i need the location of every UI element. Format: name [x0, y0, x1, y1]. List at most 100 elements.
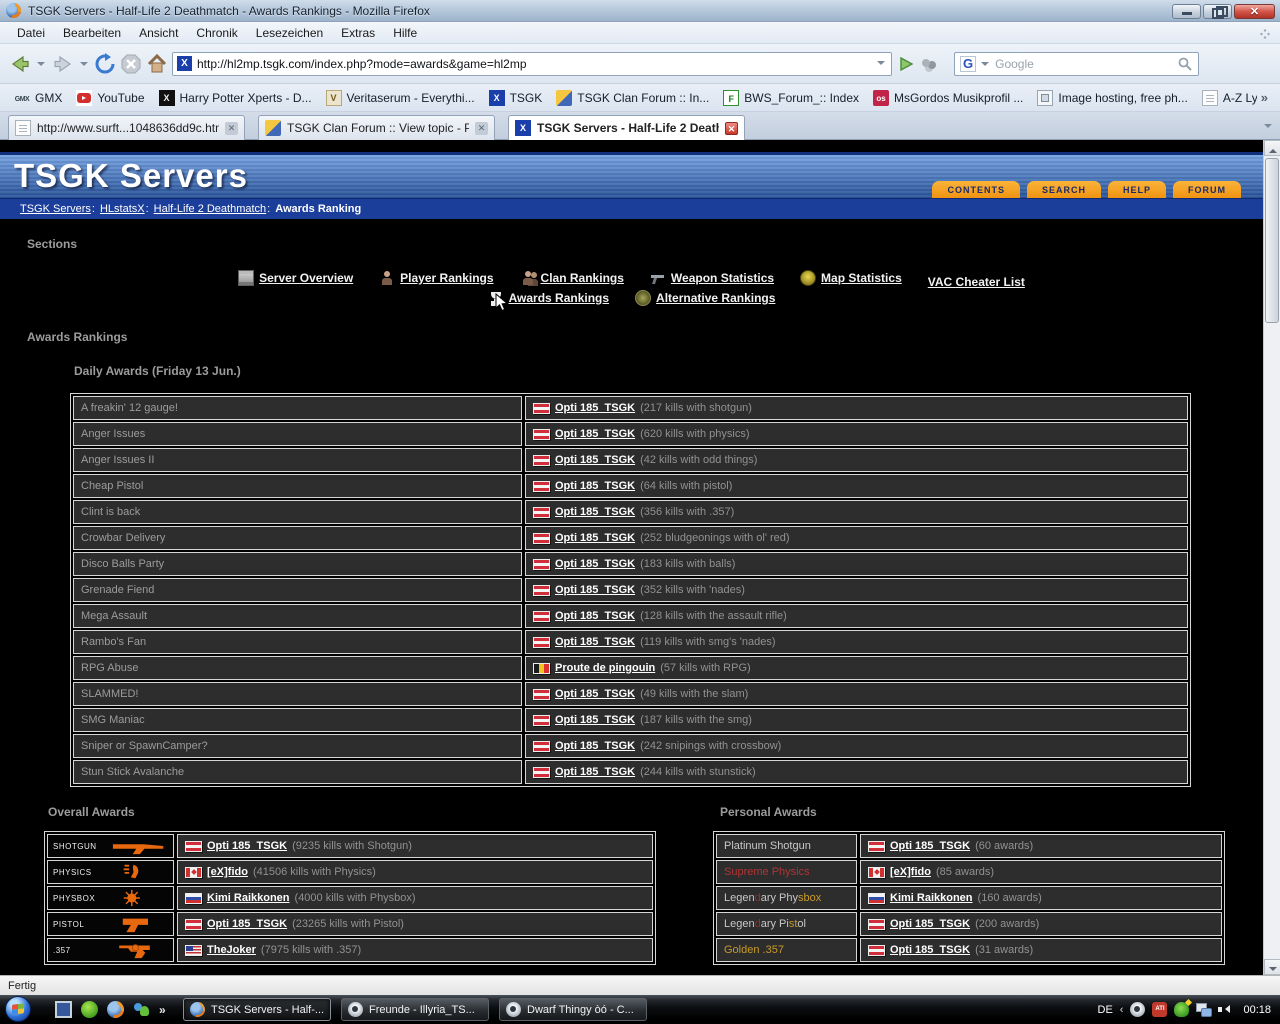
player-link[interactable]: Opti 185_TSGK: [207, 918, 287, 930]
minimize-button[interactable]: [1172, 4, 1201, 19]
search-box[interactable]: G: [954, 52, 1199, 76]
player-link[interactable]: TheJoker: [207, 944, 256, 956]
bookmark-item[interactable]: TSGK: [483, 87, 549, 109]
bookmark-item[interactable]: Veritaserum - Everythi...: [320, 87, 481, 109]
tab-close-icon[interactable]: ✕: [725, 122, 738, 135]
browser-tab[interactable]: TSGK Clan Forum :: View topic - Pe... ✕: [258, 115, 495, 140]
show-desktop-icon[interactable]: [55, 1001, 72, 1018]
bookmark-item[interactable]: Image hosting, free ph...: [1031, 87, 1193, 109]
tab-list-dropdown-icon[interactable]: [1264, 124, 1272, 132]
player-link[interactable]: Opti 185_TSGK: [890, 840, 970, 852]
player-link[interactable]: Opti 185_TSGK: [890, 944, 970, 956]
menu-item[interactable]: Chronik: [187, 23, 246, 43]
breadcrumb-item[interactable]: TSGK Servers: [20, 203, 100, 215]
breadcrumb-item[interactable]: Awards Ranking: [275, 203, 361, 215]
url-dropdown-icon[interactable]: [877, 61, 885, 69]
browser-tab[interactable]: TSGK Servers - Half-Life 2 Death... ✕: [508, 115, 745, 140]
vertical-scrollbar[interactable]: [1263, 140, 1280, 975]
back-history-dropdown-icon[interactable]: [37, 62, 45, 70]
section-link[interactable]: Map Statistics: [800, 270, 902, 286]
tray-collapse-chevron-icon[interactable]: ‹: [1120, 1004, 1124, 1016]
player-link[interactable]: Proute de pingouin: [555, 662, 655, 674]
url-bar[interactable]: X: [172, 52, 892, 76]
player-link[interactable]: Opti 185_TSGK: [555, 766, 635, 778]
player-link[interactable]: Opti 185_TSGK: [207, 840, 287, 852]
player-link[interactable]: Opti 185_TSGK: [555, 480, 635, 492]
go-button[interactable]: [896, 50, 916, 78]
menu-item[interactable]: Extras: [332, 23, 384, 43]
bookmark-item[interactable]: GMX: [8, 87, 68, 109]
player-link[interactable]: Kimi Raikkonen: [207, 892, 290, 904]
section-link[interactable]: Server Overview: [238, 270, 353, 286]
bookmarks-overflow-chevron-icon[interactable]: »: [1257, 90, 1272, 105]
menu-item[interactable]: Hilfe: [384, 23, 426, 43]
steam-tray-icon[interactable]: [1130, 1002, 1145, 1017]
network-tray-icon[interactable]: [1196, 1002, 1211, 1017]
quick-launch-overflow-chevron-icon[interactable]: »: [159, 1003, 166, 1017]
section-link[interactable]: Alternative Rankings: [635, 290, 775, 306]
player-link[interactable]: [eX]fido: [207, 866, 248, 878]
restore-button[interactable]: [1203, 4, 1232, 19]
forward-history-dropdown-icon[interactable]: [80, 62, 88, 70]
bookmark-item[interactable]: MsGordos Musikprofil ...: [867, 87, 1029, 109]
scroll-down-icon[interactable]: [1264, 959, 1280, 975]
volume-tray-icon[interactable]: [1218, 1002, 1233, 1017]
menu-item[interactable]: Lesezeichen: [247, 23, 332, 43]
breadcrumb-item[interactable]: Half-Life 2 Deathmatch: [154, 203, 276, 215]
forward-button[interactable]: [51, 50, 75, 78]
clock[interactable]: 00:18: [1243, 1004, 1271, 1016]
menu-item[interactable]: Datei: [8, 23, 54, 43]
breadcrumb-item[interactable]: HLstatsX: [100, 203, 154, 215]
taskbar-task-button[interactable]: TSGK Servers - Half-...: [183, 998, 331, 1021]
messenger-tray-icon[interactable]: [1174, 1002, 1189, 1017]
player-link[interactable]: Opti 185_TSGK: [555, 532, 635, 544]
header-nav-button[interactable]: FORUM: [1173, 181, 1241, 198]
player-link[interactable]: Opti 185_TSGK: [555, 740, 635, 752]
player-link[interactable]: Opti 185_TSGK: [555, 714, 635, 726]
miranda-icon[interactable]: [81, 1001, 98, 1018]
header-nav-button[interactable]: SEARCH: [1027, 181, 1101, 198]
section-link[interactable]: Player Rankings: [379, 270, 493, 286]
addon-icon[interactable]: [920, 57, 938, 71]
player-link[interactable]: Opti 185_TSGK: [555, 584, 635, 596]
menu-item[interactable]: Bearbeiten: [54, 23, 130, 43]
messenger-icon[interactable]: [133, 1001, 150, 1018]
section-link[interactable]: Clan Rankings: [520, 270, 624, 286]
player-link[interactable]: Opti 185_TSGK: [555, 558, 635, 570]
back-button[interactable]: [8, 50, 32, 78]
player-link[interactable]: Opti 185_TSGK: [555, 428, 635, 440]
home-button[interactable]: [146, 50, 168, 78]
player-link[interactable]: Kimi Raikkonen: [890, 892, 973, 904]
player-link[interactable]: [eX]fido: [890, 866, 931, 878]
section-link[interactable]: Weapon Statistics: [650, 270, 774, 286]
bookmark-item[interactable]: Harry Potter Xperts - D...: [153, 87, 318, 109]
player-link[interactable]: Opti 185_TSGK: [890, 918, 970, 930]
player-link[interactable]: Opti 185_TSGK: [555, 506, 635, 518]
section-link[interactable]: VAC Cheater List: [928, 275, 1025, 289]
search-icon[interactable]: [1177, 56, 1193, 72]
url-input[interactable]: [197, 57, 871, 71]
bookmark-item[interactable]: YouTube: [70, 87, 150, 109]
close-button[interactable]: [1234, 4, 1275, 19]
language-indicator[interactable]: DE: [1098, 1004, 1113, 1016]
header-nav-button[interactable]: CONTENTS: [932, 181, 1020, 198]
player-link[interactable]: Opti 185_TSGK: [555, 636, 635, 648]
player-link[interactable]: Opti 185_TSGK: [555, 402, 635, 414]
scrollbar-thumb[interactable]: [1265, 158, 1279, 323]
browser-tab[interactable]: http://www.surft...1048636dd9c.html ✕: [8, 115, 245, 140]
taskbar-task-button[interactable]: Freunde - Illyria_TS...: [341, 998, 489, 1021]
taskbar-task-button[interactable]: Dwarf Thingy òó - C...: [499, 998, 647, 1021]
bookmark-item[interactable]: A-Z Lyrics Universe: [1196, 87, 1257, 109]
firefox-icon[interactable]: [107, 1001, 124, 1018]
search-input[interactable]: [995, 57, 1173, 71]
player-link[interactable]: Opti 185_TSGK: [555, 454, 635, 466]
ati-tray-icon[interactable]: [1152, 1002, 1167, 1017]
stop-button[interactable]: [120, 50, 142, 78]
bookmark-item[interactable]: TSGK Clan Forum :: In...: [550, 87, 715, 109]
header-nav-button[interactable]: HELP: [1108, 181, 1166, 198]
tab-close-icon[interactable]: ✕: [225, 122, 238, 135]
reload-button[interactable]: [94, 50, 116, 78]
menu-item[interactable]: Ansicht: [130, 23, 187, 43]
search-engine-dropdown-icon[interactable]: [981, 62, 989, 70]
player-link[interactable]: Opti 185_TSGK: [555, 688, 635, 700]
